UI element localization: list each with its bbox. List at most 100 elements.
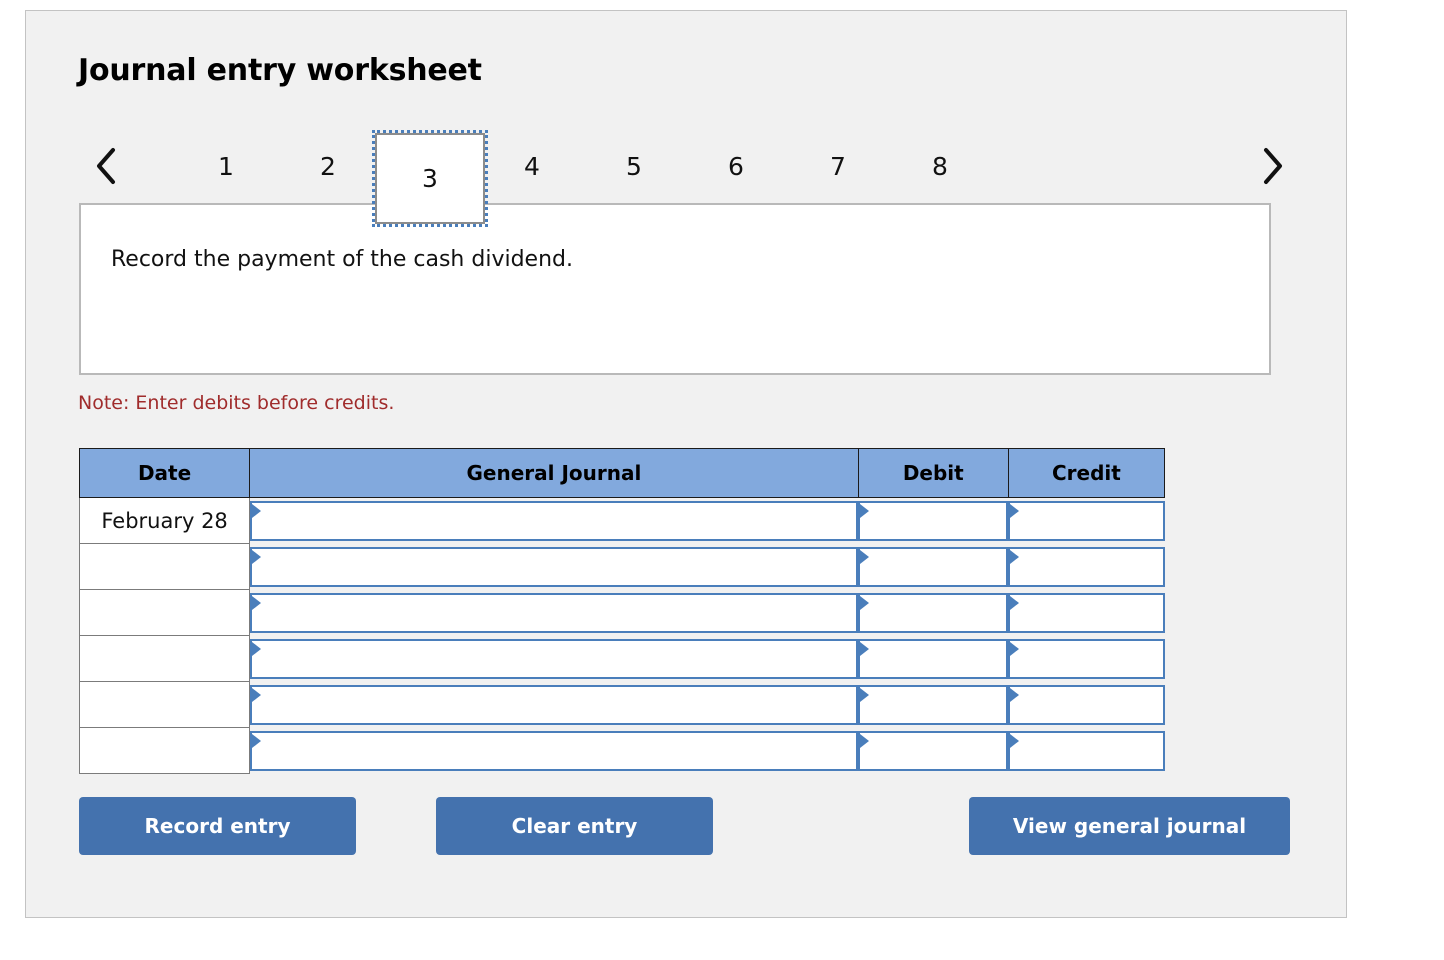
account-input[interactable] <box>264 732 855 769</box>
worksheet-tab-6[interactable]: 6 <box>701 137 771 195</box>
cell-marker-triangle-icon <box>860 733 870 748</box>
debit-input-box <box>858 638 1009 679</box>
debit-input-box <box>858 500 1009 541</box>
debit-input[interactable] <box>872 732 1005 769</box>
account-input[interactable] <box>264 640 855 677</box>
worksheet-tab-2[interactable]: 2 <box>293 137 363 195</box>
debits-before-credits-note: Note: Enter debits before credits. <box>78 392 395 414</box>
debit-input-box <box>858 592 1009 633</box>
journal-entry-panel: Journal entry worksheet 12345678 Record … <box>25 10 1347 918</box>
date-cell[interactable] <box>78 681 251 728</box>
column-header-debit: Debit <box>857 448 1009 498</box>
table-header-row: Date General Journal Debit Credit <box>78 448 1166 498</box>
worksheet-tab-strip: 12345678 <box>78 121 1296 227</box>
cell-marker-triangle-icon <box>252 549 262 564</box>
worksheet-tab-4[interactable]: 4 <box>497 137 567 195</box>
credit-input-cell <box>1008 544 1165 590</box>
account-input-cell <box>250 682 859 728</box>
worksheet-tab-7[interactable]: 7 <box>803 137 873 195</box>
date-cell[interactable] <box>78 589 251 636</box>
debit-input[interactable] <box>872 686 1005 723</box>
table-row <box>78 681 1165 728</box>
cell-marker-triangle-icon <box>1010 503 1020 518</box>
cell-marker-triangle-icon <box>252 641 262 656</box>
credit-input[interactable] <box>1022 548 1161 585</box>
credit-input[interactable] <box>1022 594 1161 631</box>
date-cell[interactable] <box>78 727 251 774</box>
instruction-box: Record the payment of the cash dividend. <box>79 203 1271 375</box>
table-row <box>78 589 1165 636</box>
cell-marker-triangle-icon <box>1010 733 1020 748</box>
debit-input-cell <box>858 590 1009 636</box>
debit-input-cell <box>858 498 1009 544</box>
cell-marker-triangle-icon <box>1010 595 1020 610</box>
cell-marker-triangle-icon <box>860 687 870 702</box>
account-input-box <box>250 684 859 725</box>
credit-input-box <box>1008 684 1165 725</box>
debit-input[interactable] <box>872 594 1005 631</box>
debit-input[interactable] <box>872 502 1005 539</box>
account-input-cell <box>250 590 859 636</box>
debit-input-box <box>858 546 1009 587</box>
date-cell[interactable] <box>78 635 251 682</box>
account-input[interactable] <box>264 686 855 723</box>
column-header-date: Date <box>78 448 251 498</box>
column-header-credit: Credit <box>1007 448 1166 498</box>
worksheet-tab-1[interactable]: 1 <box>191 137 261 195</box>
worksheet-tab-8[interactable]: 8 <box>905 137 975 195</box>
table-row <box>78 727 1165 774</box>
cell-marker-triangle-icon <box>252 595 262 610</box>
credit-input[interactable] <box>1022 686 1161 723</box>
credit-input[interactable] <box>1022 640 1161 677</box>
cell-marker-triangle-icon <box>860 549 870 564</box>
account-input[interactable] <box>264 502 855 539</box>
credit-input-cell <box>1008 636 1165 682</box>
debit-input-cell <box>858 544 1009 590</box>
worksheet-tab-3[interactable]: 3 <box>372 130 488 227</box>
journal-entry-table: Date General Journal Debit Credit Februa… <box>78 448 1166 774</box>
debit-input-box <box>858 684 1009 725</box>
credit-input-box <box>1008 730 1165 771</box>
credit-input-cell <box>1008 682 1165 728</box>
credit-input-box <box>1008 500 1165 541</box>
screenshot-root: Journal entry worksheet 12345678 Record … <box>0 0 1444 960</box>
debit-input[interactable] <box>872 640 1005 677</box>
page-title: Journal entry worksheet <box>78 53 482 88</box>
credit-input-box <box>1008 546 1165 587</box>
debit-input[interactable] <box>872 548 1005 585</box>
cell-marker-triangle-icon <box>252 687 262 702</box>
account-input-cell <box>250 498 859 544</box>
account-input-cell <box>250 636 859 682</box>
record-entry-button[interactable]: Record entry <box>79 797 356 855</box>
chevron-left-icon <box>93 146 119 186</box>
previous-tab-button[interactable] <box>88 143 124 189</box>
clear-entry-button[interactable]: Clear entry <box>436 797 713 855</box>
account-input[interactable] <box>264 594 855 631</box>
cell-marker-triangle-icon <box>1010 549 1020 564</box>
chevron-right-icon <box>1259 146 1285 186</box>
credit-input-box <box>1008 638 1165 679</box>
next-tab-button[interactable] <box>1254 143 1290 189</box>
account-input[interactable] <box>264 548 855 585</box>
view-general-journal-button[interactable]: View general journal <box>969 797 1290 855</box>
cell-marker-triangle-icon <box>1010 687 1020 702</box>
debit-input-box <box>858 730 1009 771</box>
account-input-box <box>250 730 859 771</box>
cell-marker-triangle-icon <box>860 503 870 518</box>
column-header-general-journal: General Journal <box>249 448 859 498</box>
account-input-box <box>250 546 859 587</box>
cell-marker-triangle-icon <box>860 641 870 656</box>
date-cell[interactable]: February 28 <box>78 497 251 544</box>
credit-input[interactable] <box>1022 502 1161 539</box>
date-cell[interactable] <box>78 543 251 590</box>
cell-marker-triangle-icon <box>252 503 262 518</box>
account-input-box <box>250 500 859 541</box>
account-input-box <box>250 638 859 679</box>
credit-input[interactable] <box>1022 732 1161 769</box>
cell-marker-triangle-icon <box>860 595 870 610</box>
worksheet-tab-5[interactable]: 5 <box>599 137 669 195</box>
cell-marker-triangle-icon <box>252 733 262 748</box>
account-input-cell <box>250 544 859 590</box>
credit-input-cell <box>1008 590 1165 636</box>
table-row <box>78 543 1165 590</box>
